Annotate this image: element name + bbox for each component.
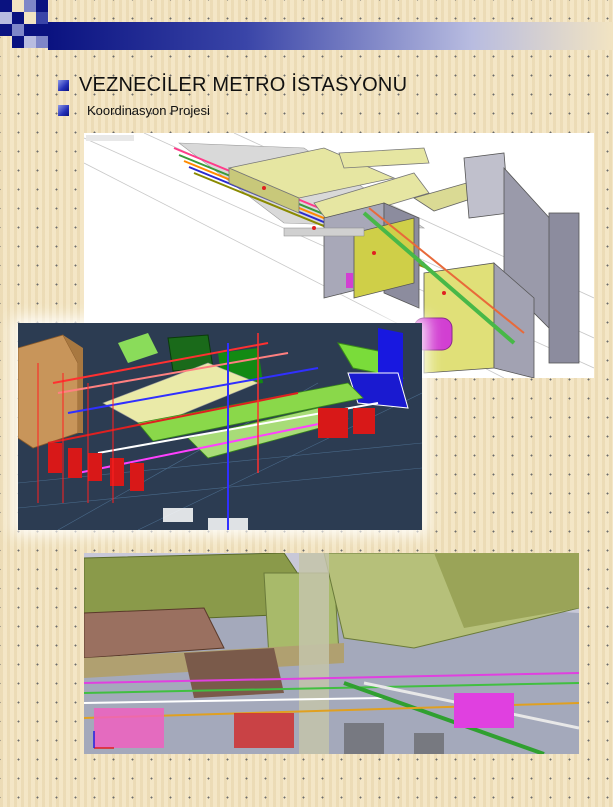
header-gradient-bar [48, 22, 613, 50]
square-bullet-icon [58, 80, 69, 91]
slide-subtitle: Koordinasyon Projesi [87, 103, 210, 118]
slide: VEZNECİLER METRO İSTASYONU Koordinasyon … [0, 0, 613, 807]
bim-mep-model-image [18, 323, 422, 530]
square-bullet-icon [58, 105, 69, 116]
title-row: VEZNECİLER METRO İSTASYONU [58, 74, 407, 97]
slide-title: VEZNECİLER METRO İSTASYONU [79, 74, 408, 96]
bim-perspective-duct-image [84, 553, 579, 754]
subtitle-row: Koordinasyon Projesi [58, 103, 210, 118]
